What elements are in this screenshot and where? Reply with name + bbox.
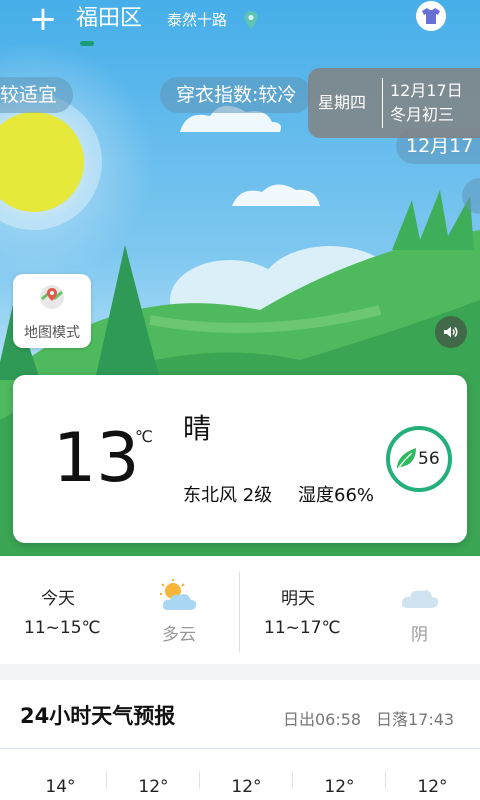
location-pin-icon [244, 11, 258, 29]
lunar-date: 冬月初三 [390, 105, 455, 124]
aqi-value: 56 [418, 449, 440, 469]
forecast-condition: 阴 [411, 625, 428, 645]
date-divider [382, 78, 383, 128]
street-name: 泰然十路 [167, 11, 228, 29]
humidity-info: 湿度66% [298, 485, 375, 506]
sunrise-time: 日出06:58 [283, 710, 362, 729]
speaker-icon [444, 326, 458, 338]
header: + 福田区 泰然十路 [0, 0, 480, 56]
forecast-day-label: 今天 [41, 589, 75, 609]
partly-cloudy-icon [160, 579, 197, 610]
temperature-unit: ℃ [135, 427, 153, 446]
wind-info: 东北风 2级 [183, 485, 273, 506]
shirt-icon [422, 8, 440, 24]
page-indicator [80, 41, 94, 46]
forecast-temp-range: 11~15℃ [24, 618, 101, 638]
current-temperature: 13 [53, 419, 140, 498]
weekday-label: 星期四 [318, 93, 367, 112]
map-icon [40, 285, 64, 309]
forecast-day-label: 明天 [281, 589, 315, 609]
forecast-condition: 多云 [162, 625, 196, 645]
map-mode-label: 地图模式 [24, 325, 80, 341]
tip-pill-clothing-index[interactable]: 穿衣指数:较冷 [160, 77, 313, 113]
weather-condition: 晴 [183, 412, 212, 445]
hourly-temp: 12° [138, 777, 169, 797]
date-box: 星期四 12月17日 冬月初三 [308, 68, 480, 138]
hourly-forecast-header: 24小时天气预报 日出06:58 日落17:43 [0, 680, 480, 750]
map-mode-button[interactable]: 地图模式 [13, 274, 91, 348]
forecast-today[interactable]: 今天 11~15℃ 多云 [0, 556, 240, 664]
sunset-time: 日落17:43 [376, 710, 455, 729]
cloudy-icon [401, 590, 439, 608]
hourly-temp: 12° [231, 777, 262, 797]
air-quality-badge[interactable]: 56 [386, 426, 452, 492]
city-name[interactable]: 福田区 [76, 4, 142, 34]
hourly-forecast-title: 24小时天气预报 [20, 704, 176, 728]
daily-forecast: 今天 11~15℃ 多云 明天 11~17℃ 阴 [0, 556, 480, 664]
leaf-icon [396, 448, 416, 471]
hourly-temp: 14° [45, 777, 76, 797]
solar-date: 12月17日 [390, 81, 463, 100]
voice-broadcast-button[interactable] [435, 316, 467, 348]
hourly-temp: 12° [324, 777, 355, 797]
current-weather-card[interactable]: 13 ℃ 晴 东北风 2级 湿度66% 56 [13, 375, 467, 543]
add-city-button[interactable]: + [28, 2, 58, 36]
forecast-tomorrow[interactable]: 明天 11~17℃ 阴 [240, 556, 480, 664]
clothing-button[interactable] [416, 1, 446, 31]
forecast-temp-range: 11~17℃ [264, 618, 341, 638]
tip-pill-suitable[interactable]: 较适宜 [0, 77, 74, 113]
hourly-temperature-row[interactable]: 14° 12° 12° 12° 12° [0, 749, 480, 800]
hourly-temp: 12° [417, 777, 448, 797]
